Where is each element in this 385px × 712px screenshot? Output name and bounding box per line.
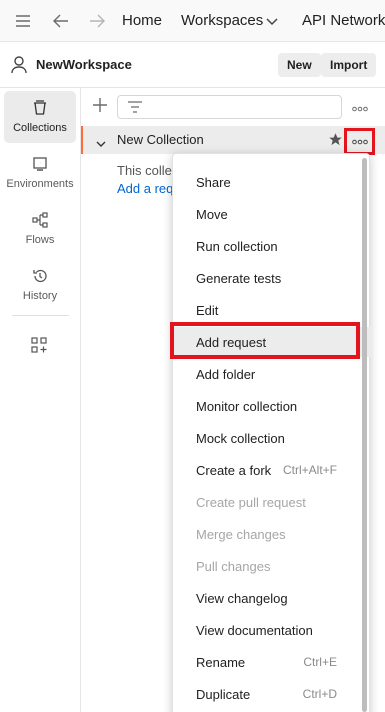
menu-item-create-fork[interactable]: Create a fork Ctrl+Alt+F <box>173 455 371 485</box>
workspace-name[interactable]: NewWorkspace <box>36 57 132 72</box>
add-apps-icon[interactable] <box>31 337 49 355</box>
chevron-down-icon[interactable] <box>262 12 282 32</box>
workspaces-menu[interactable]: Workspaces <box>181 12 263 29</box>
menu-label: Mock collection <box>196 431 285 446</box>
menu-item-generate-tests[interactable]: Generate tests <box>173 263 371 293</box>
back-arrow-icon[interactable] <box>51 11 71 31</box>
user-icon <box>11 56 27 74</box>
menu-item-share[interactable]: Share <box>173 167 371 197</box>
menu-label: Merge changes <box>196 527 286 542</box>
more-options-icon <box>351 138 368 146</box>
forward-arrow-icon[interactable] <box>87 11 107 31</box>
rail-divider <box>12 315 69 316</box>
menu-item-duplicate[interactable]: Duplicate Ctrl+D <box>173 679 371 709</box>
menu-label: Pull changes <box>196 559 271 574</box>
rail-item-collections[interactable]: Collections <box>4 91 76 143</box>
empty-collection-text: This colle <box>117 163 172 178</box>
rail-item-environments[interactable]: Environments <box>4 147 76 199</box>
menu-label: Duplicate <box>196 687 251 702</box>
collection-name: New Collection <box>117 132 204 147</box>
menu-item-pull-changes: Pull changes <box>173 551 371 581</box>
menu-shortcut: Ctrl+Alt+F <box>282 463 337 477</box>
menu-label: Rename <box>196 655 246 670</box>
collection-row[interactable]: New Collection <box>81 126 385 154</box>
menu-label: Create pull request <box>196 495 306 510</box>
menu-label: Edit <box>196 303 219 318</box>
history-icon <box>30 267 50 285</box>
left-rail: Collections Environments Flows History <box>0 88 81 712</box>
menu-item-view-documentation[interactable]: View documentation <box>173 615 371 645</box>
menu-item-monitor-collection[interactable]: Monitor collection <box>173 391 371 421</box>
rail-item-history[interactable]: History <box>4 259 76 311</box>
menu-shortcut: Ctrl+D <box>302 687 337 701</box>
menu-shortcut: Ctrl+E <box>303 655 337 669</box>
top-bar: Home Workspaces API Network <box>0 0 385 42</box>
menu-label: Move <box>196 207 228 222</box>
workspace-header: NewWorkspace New Import <box>0 42 385 88</box>
collection-more-button[interactable] <box>344 128 375 155</box>
filter-input[interactable] <box>117 95 342 119</box>
menu-item-run-collection[interactable]: Run collection <box>173 231 371 261</box>
new-button[interactable]: New <box>278 53 321 77</box>
menu-item-edit[interactable]: Edit <box>173 295 371 325</box>
menu-item-view-changelog[interactable]: View changelog <box>173 583 371 613</box>
menu-label: Create a fork <box>196 463 272 478</box>
chevron-down-icon[interactable] <box>96 136 106 147</box>
menu-label: Add folder <box>196 367 256 382</box>
rail-label-environments: Environments <box>6 178 74 190</box>
star-icon[interactable] <box>328 132 344 148</box>
menu-item-add-folder[interactable]: Add folder <box>173 359 371 389</box>
menu-label: View changelog <box>196 591 288 606</box>
menu-label: Monitor collection <box>196 399 298 414</box>
menu-scrollbar[interactable] <box>362 158 367 712</box>
flows-icon <box>30 211 50 229</box>
add-request-link[interactable]: Add a req <box>117 181 173 196</box>
home-link[interactable]: Home <box>122 12 162 29</box>
rail-label-history: History <box>22 290 58 302</box>
rail-item-flows[interactable]: Flows <box>4 203 76 255</box>
menu-item-merge-changes: Merge changes <box>173 519 371 549</box>
menu-label: Share <box>196 175 231 190</box>
menu-label: View documentation <box>196 623 313 638</box>
menu-icon[interactable] <box>13 11 33 31</box>
menu-label: Generate tests <box>196 271 282 286</box>
environments-icon <box>30 155 50 173</box>
menu-item-create-pull-request: Create pull request <box>173 487 371 517</box>
import-button[interactable]: Import <box>321 53 377 77</box>
context-menu: Share Move Run collection Generate tests… <box>172 153 371 712</box>
highlight-box <box>170 322 360 359</box>
more-options-icon[interactable] <box>352 101 368 112</box>
filter-icon <box>128 101 142 113</box>
rail-label-flows: Flows <box>25 234 55 246</box>
menu-label: Run collection <box>196 239 278 254</box>
rail-label-collections: Collections <box>13 122 67 134</box>
menu-item-move[interactable]: Move <box>173 199 371 229</box>
menu-item-rename[interactable]: Rename Ctrl+E <box>173 647 371 677</box>
api-network-link[interactable]: API Network <box>302 12 385 29</box>
menu-item-mock-collection[interactable]: Mock collection <box>173 423 371 453</box>
plus-icon[interactable] <box>93 98 107 112</box>
collections-icon <box>30 99 50 117</box>
